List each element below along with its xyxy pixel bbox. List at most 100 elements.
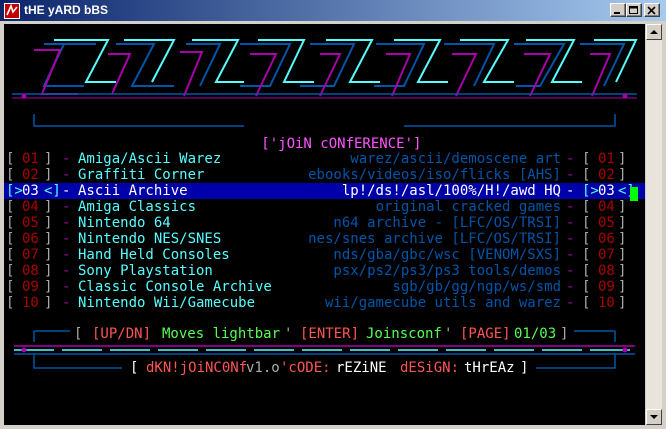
conference-name: Nintendo 64 [78, 215, 171, 231]
bracket: [ [6, 295, 15, 311]
terminal-screen[interactable]: ['jOiN cONfERENCE'] [01] - Amiga/Ascii War… [4, 24, 645, 425]
conference-number-right: 01 [598, 151, 615, 167]
bracket: ] [44, 231, 53, 247]
conference-row[interactable]: [01] - Amiga/Ascii Warez warez/ascii/demosc… [4, 151, 645, 167]
bracket: [ [582, 215, 591, 231]
terminal-app-icon [4, 3, 20, 19]
credits-footer: [ dKN!jOiNC0Nf v1.o 'cODE: rEZiNE dESiGN… [130, 360, 529, 376]
separator: - [566, 199, 575, 215]
conference-number-right: 09 [598, 279, 615, 295]
bracket: ] [44, 199, 53, 215]
text-cursor [630, 187, 638, 201]
bracket: ] [618, 247, 627, 263]
conference-number-right: 05 [598, 215, 615, 231]
page-key: [PAGE] [460, 326, 511, 342]
conference-name: Classic Console Archive [78, 279, 272, 295]
conference-description: warez/ascii/demoscene art [350, 151, 561, 167]
bracket: ] [618, 215, 627, 231]
conference-number: 07 [22, 247, 39, 263]
conference-description: n64 archive - [LFC/OS/TRSI] [333, 215, 561, 231]
conference-description: ebooks/videos/iso/flicks [AHS] [308, 167, 561, 183]
bracket: ] [618, 295, 627, 311]
conference-number: 01 [22, 151, 39, 167]
conference-description: nes/snes archive [LFC/OS/TRSI] [308, 231, 561, 247]
conference-number: 08 [22, 263, 39, 279]
bracket: [ [582, 199, 591, 215]
conference-row[interactable]: [06] - Nintendo NES/SNES nes/snes archive [… [4, 231, 645, 247]
conference-description: wii/gamecube utils and warez [324, 295, 561, 311]
bracket: [ [582, 231, 591, 247]
separator: - [62, 247, 71, 263]
scroll-down-button[interactable] [646, 409, 662, 425]
conference-row[interactable]: [09] - Classic Console Archive sgb/gb/gg/ng… [4, 279, 645, 295]
title-bar[interactable]: tHE yARD bBS [0, 0, 666, 22]
bracket: [ [6, 263, 15, 279]
conference-number: 09 [22, 279, 39, 295]
window-title: tHE yARD bBS [24, 3, 109, 17]
separator: - [62, 215, 71, 231]
conference-number: 02 [22, 167, 39, 183]
bracket: ] [44, 295, 53, 311]
bracket: [ [6, 151, 15, 167]
conference-row[interactable]: [04] - Amiga Classics original cracked game… [4, 199, 645, 215]
page-indicator: 01/03 [514, 326, 557, 342]
separator: - [566, 183, 575, 199]
bracket: ] [618, 231, 627, 247]
conference-name: Ascii Archive [78, 183, 188, 199]
conference-row[interactable]: [10] - Nintendo Wii/Gamecube wii/gamecube u… [4, 295, 645, 311]
separator: - [566, 215, 575, 231]
conference-number-right: 02 [598, 167, 615, 183]
command-help-bar: [ [UP/DN] Moves lightbar ' [ENTER] Joins… [74, 326, 569, 342]
separator: - [62, 231, 71, 247]
minimize-button[interactable] [610, 3, 626, 17]
enter-key: [ENTER] [300, 326, 360, 342]
bracket: ] [44, 151, 53, 167]
conference-number: 03 [22, 183, 39, 199]
bracket: [ [582, 295, 591, 311]
separator: - [62, 183, 71, 199]
bracket: [> [582, 183, 599, 199]
vertical-scrollbar[interactable] [646, 24, 662, 425]
conference-description: nds/gba/gbc/wsc [VENOM/SXS] [333, 247, 561, 263]
scroll-up-button[interactable] [646, 24, 662, 40]
conference-row[interactable]: [05] - Nintendo 64 n64 archive - [LFC/OS/TR… [4, 215, 645, 231]
separator: - [62, 279, 71, 295]
updn-key: [UP/DN] [92, 326, 152, 342]
conference-name: Hand Held Consoles [78, 247, 230, 263]
conference-number-right: 08 [598, 263, 615, 279]
conference-name: Amiga Classics [78, 199, 197, 215]
conference-row[interactable]: [02] - Graffiti Corner ebooks/videos/iso/fl… [4, 167, 645, 183]
conference-number: 10 [22, 295, 39, 311]
separator: - [566, 279, 575, 295]
minimize-icon [614, 12, 620, 14]
conference-number-right: 03 [598, 183, 615, 199]
bracket: [ [6, 279, 15, 295]
close-button[interactable] [644, 3, 660, 17]
arrow-up-icon [650, 30, 658, 34]
conference-description: psx/ps2/ps3/ps3 tools/demos [333, 263, 561, 279]
separator: - [566, 167, 575, 183]
conference-row[interactable]: [> 03 <] - Ascii Archive lp!/ds!/asl/100%/H!/… [4, 183, 645, 199]
bracket: [ [582, 167, 591, 183]
conference-number-right: 06 [598, 231, 615, 247]
conference-row[interactable]: [07] - Hand Held Consoles nds/gba/gbc/wsc [… [4, 247, 645, 263]
bracket: [ [582, 279, 591, 295]
conference-number-right: 04 [598, 199, 615, 215]
bracket: ] [618, 151, 627, 167]
conference-number-right: 10 [598, 295, 615, 311]
conference-number-right: 07 [598, 247, 615, 263]
separator: - [62, 199, 71, 215]
separator: - [566, 231, 575, 247]
bracket: [> [6, 183, 23, 199]
bracket: [ [582, 263, 591, 279]
bracket: ] [618, 199, 627, 215]
separator: - [566, 295, 575, 311]
separator: - [62, 263, 71, 279]
separator: - [566, 263, 575, 279]
bracket: ] [44, 247, 53, 263]
maximize-button[interactable] [626, 3, 642, 17]
bracket: ] [44, 167, 53, 183]
bracket: [ [6, 167, 15, 183]
conference-description: lp!/ds!/asl/100%/H!/awd HQ [341, 183, 561, 199]
conference-row[interactable]: [08] - Sony Playstation psx/ps2/ps3/ps3 too… [4, 263, 645, 279]
